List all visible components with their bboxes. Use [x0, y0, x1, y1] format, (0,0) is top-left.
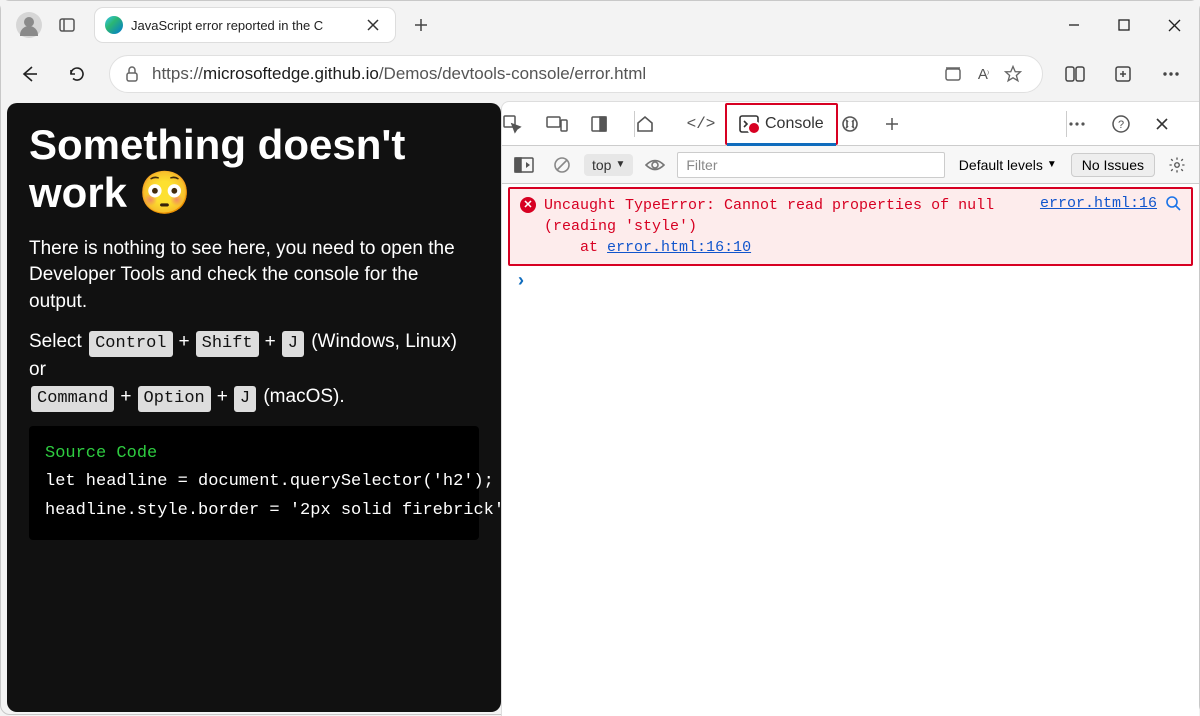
- console-icon: [739, 115, 759, 133]
- source-code-box: Source Code let headline = document.quer…: [29, 426, 479, 541]
- page-paragraph-1: There is nothing to see here, you need t…: [29, 236, 479, 316]
- dock-side-icon[interactable]: [590, 115, 634, 133]
- favorite-icon[interactable]: [998, 65, 1028, 83]
- inspect-element-icon[interactable]: [502, 114, 546, 134]
- page-heading: Something doesn't work 😳: [29, 121, 479, 218]
- error-message: Uncaught TypeError: Cannot read properti…: [544, 195, 1020, 258]
- error-icon: ✕: [520, 197, 536, 213]
- minimize-button[interactable]: [1049, 2, 1099, 48]
- console-tab[interactable]: Console: [725, 103, 838, 145]
- toggle-sidebar-button[interactable]: [508, 150, 540, 180]
- kbd-j: J: [282, 331, 304, 357]
- kbd-control: Control: [89, 331, 172, 357]
- console-output: ✕ Uncaught TypeError: Cannot read proper…: [502, 184, 1199, 716]
- tab-close-button[interactable]: [361, 13, 385, 37]
- help-button[interactable]: ?: [1111, 114, 1155, 134]
- split-screen-button[interactable]: [1053, 54, 1097, 94]
- browser-tab[interactable]: JavaScript error reported in the C: [95, 8, 395, 42]
- lock-icon: [124, 65, 140, 83]
- tab-favicon-edge-icon: [105, 16, 123, 34]
- welcome-tab-icon[interactable]: [635, 114, 679, 134]
- close-window-button[interactable]: [1149, 2, 1199, 48]
- address-bar[interactable]: https://microsoftedge.github.io/Demos/de…: [109, 55, 1043, 93]
- issues-button[interactable]: No Issues: [1071, 153, 1155, 177]
- refresh-button[interactable]: [55, 54, 99, 94]
- elements-tab-icon[interactable]: </>: [679, 115, 723, 133]
- url-text: https://microsoftedge.github.io/Demos/de…: [152, 64, 938, 84]
- window-controls: [1049, 2, 1199, 48]
- page-paragraph-2: Select Control+Shift+J (Windows, Linux) …: [29, 329, 479, 411]
- app-available-icon[interactable]: [938, 65, 968, 83]
- more-menu-button[interactable]: [1149, 54, 1193, 94]
- search-icon[interactable]: [1165, 195, 1181, 211]
- more-tabs-button[interactable]: [884, 116, 928, 132]
- svg-text:?: ?: [1118, 119, 1124, 131]
- log-levels-dropdown[interactable]: Default levels▼: [951, 157, 1065, 173]
- kbd-j-2: J: [234, 386, 256, 412]
- back-button[interactable]: [7, 54, 51, 94]
- title-bar: JavaScript error reported in the C: [1, 1, 1199, 49]
- kbd-option: Option: [138, 386, 211, 412]
- clear-console-button[interactable]: [546, 150, 578, 180]
- devtools-toolbar: </> Console ?: [502, 102, 1199, 146]
- tab-title: JavaScript error reported in the C: [131, 18, 361, 33]
- kbd-command: Command: [31, 386, 114, 412]
- console-settings-button[interactable]: [1161, 150, 1193, 180]
- console-prompt[interactable]: ›: [508, 266, 1193, 295]
- devtools-panel: </> Console ?: [501, 101, 1199, 716]
- context-selector[interactable]: top▼: [584, 154, 633, 176]
- sources-tab-icon[interactable]: [840, 114, 884, 134]
- read-aloud-icon[interactable]: A⁾: [968, 66, 998, 83]
- live-expression-button[interactable]: [639, 150, 671, 180]
- console-error-row[interactable]: ✕ Uncaught TypeError: Cannot read proper…: [508, 187, 1193, 266]
- profile-button[interactable]: [11, 7, 47, 43]
- error-source-link[interactable]: error.html:16: [1040, 195, 1157, 212]
- console-tab-label: Console: [765, 115, 824, 133]
- console-filter-bar: top▼ Filter Default levels▼ No Issues: [502, 146, 1199, 184]
- devtools-more-button[interactable]: [1067, 121, 1111, 127]
- kbd-shift: Shift: [196, 331, 259, 357]
- error-stack-link[interactable]: error.html:16:10: [607, 239, 751, 256]
- maximize-button[interactable]: [1099, 2, 1149, 48]
- device-emulation-icon[interactable]: [546, 115, 590, 133]
- toolbar: https://microsoftedge.github.io/Demos/de…: [1, 49, 1199, 99]
- filter-input[interactable]: Filter: [677, 152, 944, 178]
- collections-button[interactable]: [1101, 54, 1145, 94]
- new-tab-button[interactable]: [401, 17, 441, 33]
- tab-actions-button[interactable]: [47, 16, 87, 34]
- devtools-close-button[interactable]: [1155, 117, 1199, 131]
- page-content: Something doesn't work 😳 There is nothin…: [7, 103, 501, 712]
